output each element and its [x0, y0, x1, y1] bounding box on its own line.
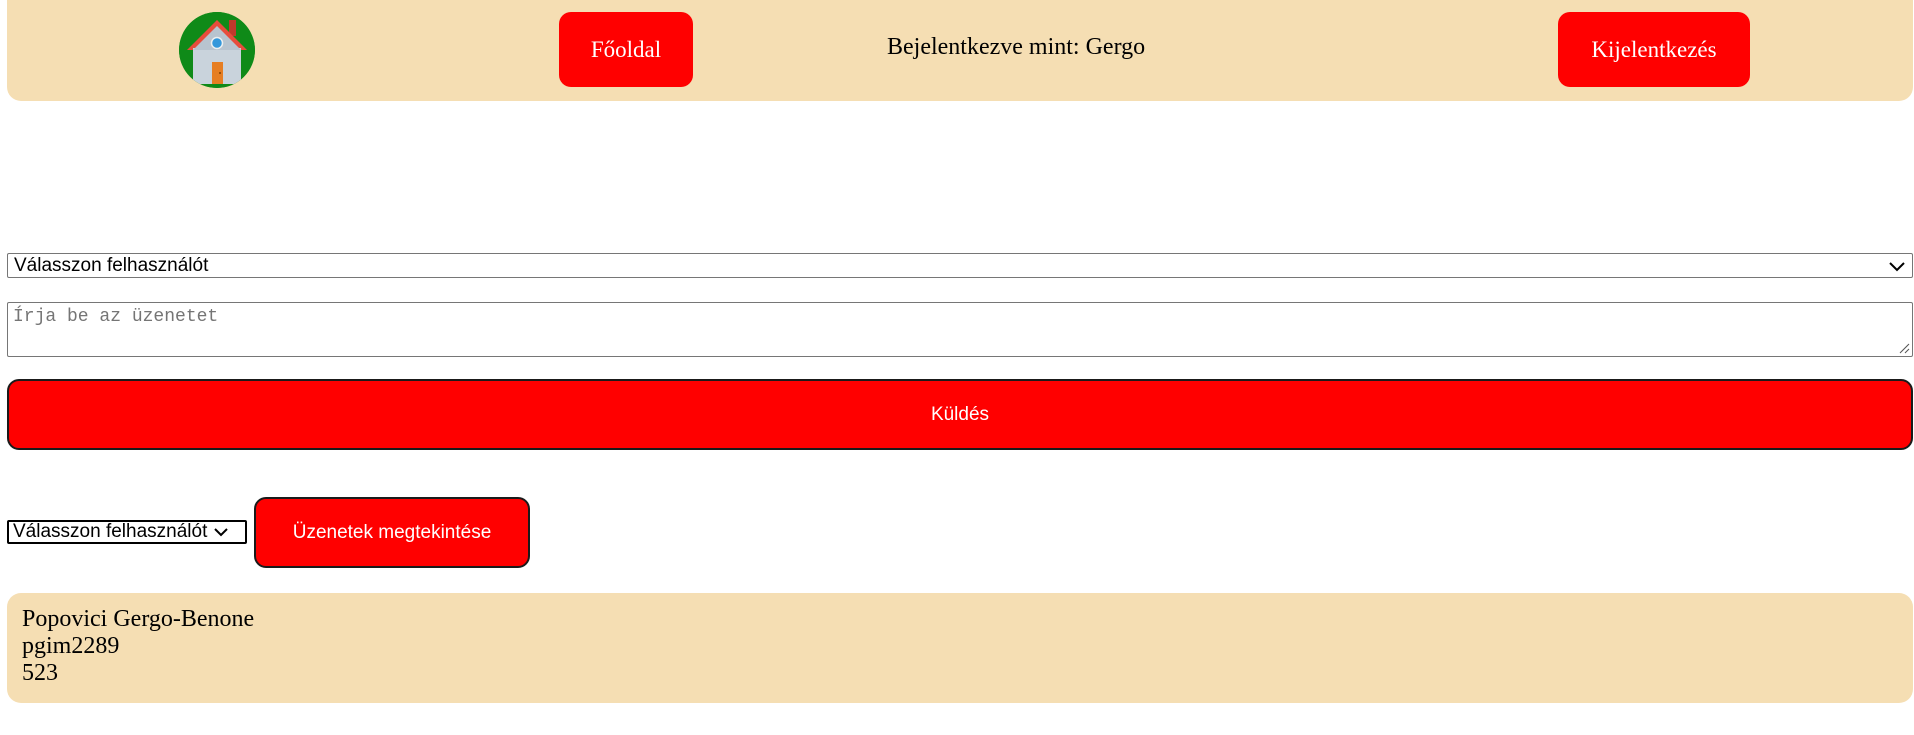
chevron-down-icon — [214, 528, 229, 537]
message-placeholder: Írja be az üzenetet — [13, 307, 219, 327]
chevron-down-icon — [1889, 261, 1905, 271]
view-user-select-value: Válasszon felhasználót — [13, 521, 208, 542]
login-status: Bejelentkezve mint: Gergo — [887, 34, 1146, 60]
send-button[interactable]: Küldés — [7, 379, 1913, 450]
recipient-select[interactable]: Válasszon felhasználót — [7, 253, 1913, 278]
view-user-select[interactable]: Válasszon felhasználót — [7, 520, 247, 544]
user-number: 523 — [22, 660, 58, 686]
user-info-card: Popovici Gergo-Benone pgim2289 523 — [7, 593, 1913, 703]
recipient-select-value: Válasszon felhasználót — [14, 254, 209, 276]
navbar: Főoldal Bejelentkezve mint: Gergo Kijele… — [7, 0, 1913, 101]
home-button[interactable]: Főoldal — [559, 12, 693, 87]
message-input[interactable]: Írja be az üzenetet — [7, 302, 1913, 357]
user-username: pgim2289 — [22, 633, 120, 659]
user-full-name: Popovici Gergo-Benone — [22, 606, 255, 632]
house-icon[interactable] — [179, 12, 255, 88]
logout-button[interactable]: Kijelentkezés — [1558, 12, 1750, 87]
resize-grip-icon[interactable] — [1898, 342, 1910, 354]
view-messages-button[interactable]: Üzenetek megtekintése — [254, 497, 530, 568]
